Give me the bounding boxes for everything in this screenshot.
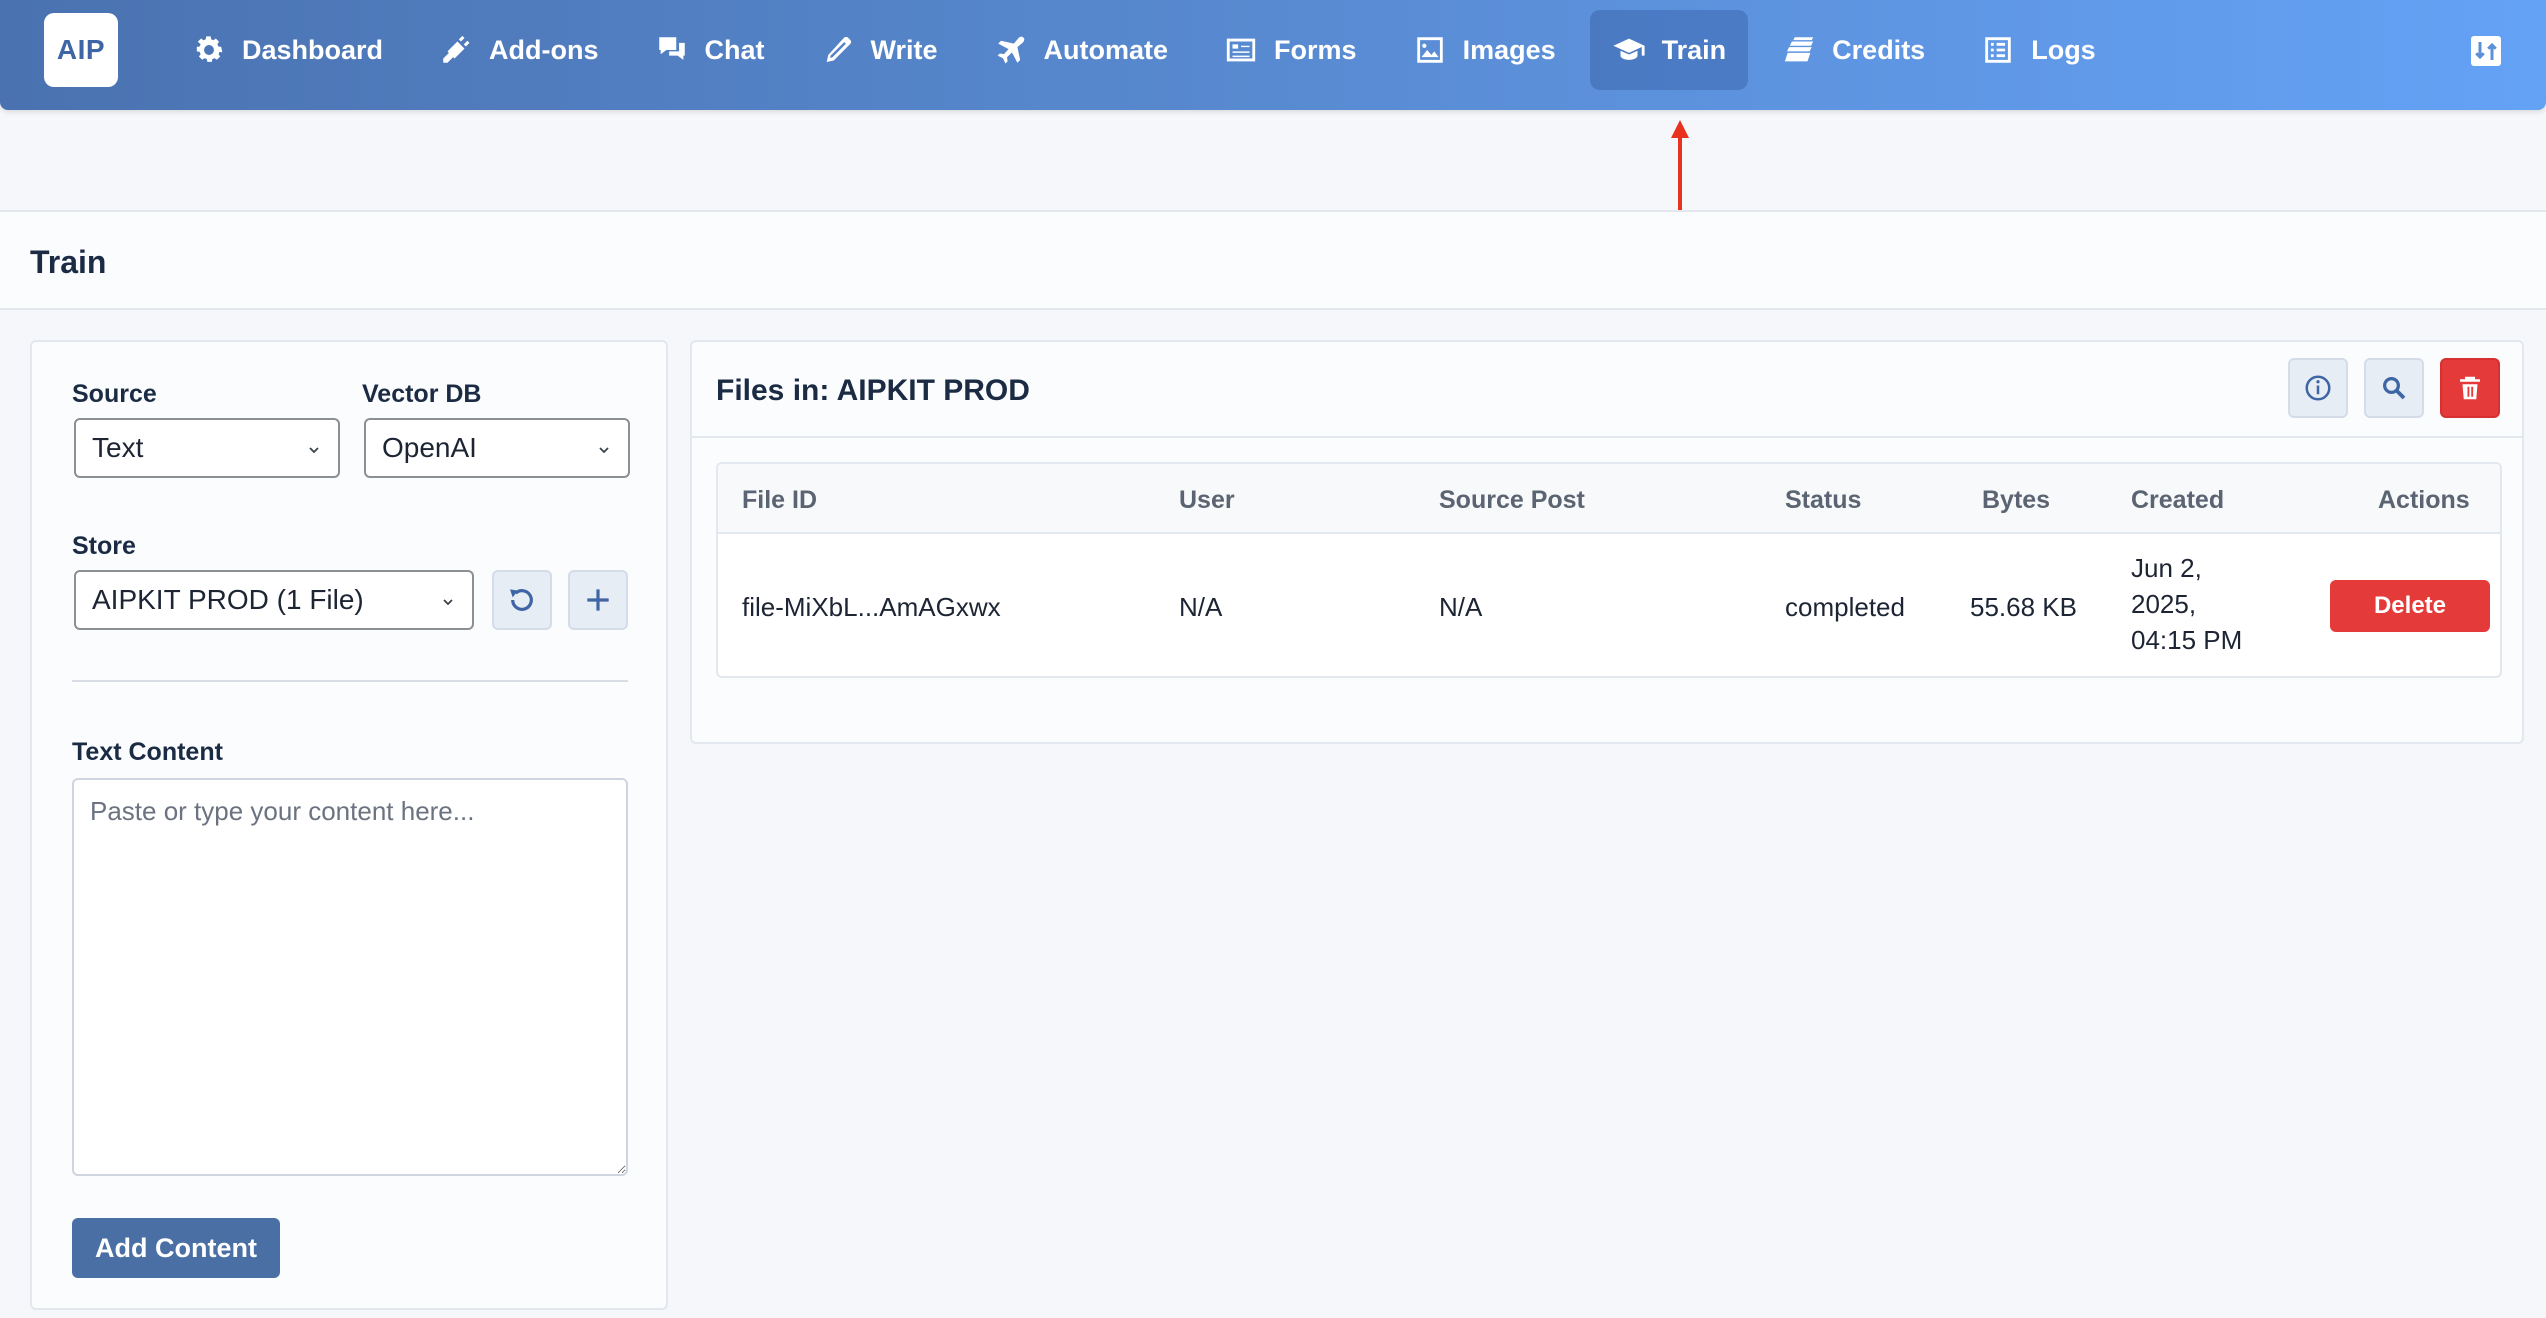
app-logo[interactable]: AIP bbox=[44, 13, 118, 87]
plane-icon bbox=[997, 36, 1024, 64]
search-icon bbox=[2383, 377, 2406, 400]
created-time-line: 04:15 PM bbox=[2131, 625, 2243, 655]
vector-db-select-value: OpenAI bbox=[382, 432, 477, 463]
store-select[interactable]: AIPKIT PROD (1 File) bbox=[74, 570, 474, 630]
refresh-icon bbox=[510, 589, 533, 611]
plug-icon bbox=[443, 35, 470, 63]
chevron-down-icon bbox=[443, 599, 453, 606]
nav-item-credits[interactable]: Credits bbox=[1760, 10, 1947, 90]
info-icon bbox=[2305, 375, 2331, 401]
sort-toggle-icon bbox=[2471, 36, 2501, 66]
chat-bubbles-icon bbox=[658, 37, 685, 60]
chevron-down-icon bbox=[309, 447, 319, 454]
text-content-label: Text Content bbox=[72, 738, 223, 766]
source-select-value: Text bbox=[92, 432, 144, 463]
column-header-actions: Actions bbox=[2378, 486, 2470, 514]
page-title: Train bbox=[30, 244, 107, 280]
plus-icon bbox=[587, 589, 609, 611]
nav-item-write[interactable]: Write bbox=[799, 10, 960, 90]
text-content-textarea[interactable] bbox=[72, 778, 628, 1176]
cell-file-id: file-MiXbL...AmAGxwx bbox=[742, 592, 1001, 622]
column-header-source-post: Source Post bbox=[1439, 486, 1585, 514]
nav-item-label: Forms bbox=[1274, 34, 1357, 65]
form-icon bbox=[1226, 38, 1256, 62]
store-info-button[interactable] bbox=[2288, 358, 2348, 418]
nav-item-label: Chat bbox=[704, 34, 765, 65]
top-navigation-bar: AIP Dashboard Add-ons Chat Write Automat… bbox=[0, 0, 2546, 110]
cell-user: N/A bbox=[1179, 592, 1223, 622]
column-header-status: Status bbox=[1785, 486, 1862, 514]
nav-item-label: Write bbox=[870, 34, 938, 65]
column-header-bytes: Bytes bbox=[1982, 486, 2051, 514]
nav-item-logs[interactable]: Logs bbox=[1959, 10, 2118, 90]
nav-item-add-ons[interactable]: Add-ons bbox=[417, 10, 620, 90]
files-panel: Files in: AIPKIT PROD File ID User Sourc… bbox=[690, 340, 2524, 744]
search-files-button[interactable] bbox=[2364, 358, 2424, 418]
graduation-cap-icon bbox=[1613, 38, 1645, 60]
trash-icon bbox=[2460, 376, 2480, 400]
files-panel-title: Files in: AIPKIT PROD bbox=[716, 374, 1030, 407]
nav-item-label: Automate bbox=[1043, 34, 1169, 65]
refresh-stores-button[interactable] bbox=[492, 570, 552, 630]
pencil-icon bbox=[826, 36, 851, 63]
created-year-line: 2025, bbox=[2131, 589, 2197, 619]
vector-db-label: Vector DB bbox=[362, 380, 482, 408]
section-divider bbox=[72, 680, 628, 682]
nav-item-chat[interactable]: Chat bbox=[633, 10, 787, 90]
column-header-created: Created bbox=[2131, 486, 2225, 514]
delete-store-button[interactable] bbox=[2440, 358, 2500, 418]
sort-toggle-button[interactable] bbox=[2468, 33, 2504, 69]
content-input-panel: Source Text Vector DB OpenAI Store AIPKI… bbox=[30, 340, 668, 1310]
image-icon bbox=[1416, 37, 1443, 63]
files-panel-header: Files in: AIPKIT PROD bbox=[692, 342, 2522, 438]
table-header: File ID User Source Post Status Bytes Cr… bbox=[718, 464, 2500, 534]
nav-item-label: Images bbox=[1462, 34, 1556, 65]
store-select-value: AIPKIT PROD (1 File) bbox=[92, 584, 364, 615]
nav-item-label: Credits bbox=[1832, 34, 1926, 65]
nav-items: Dashboard Add-ons Chat Write Automate Fo… bbox=[170, 10, 2130, 90]
nav-item-dashboard[interactable]: Dashboard bbox=[170, 10, 405, 90]
cell-status: completed bbox=[1785, 592, 1905, 622]
money-stack-icon bbox=[1785, 37, 1814, 62]
nav-item-automate[interactable]: Automate bbox=[972, 10, 1191, 90]
store-label: Store bbox=[72, 532, 136, 560]
nav-item-label: Logs bbox=[2031, 34, 2096, 65]
add-content-button[interactable]: Add Content bbox=[72, 1218, 280, 1278]
list-icon bbox=[1985, 37, 2011, 63]
created-date-line: Jun 2, bbox=[2131, 553, 2202, 583]
source-label: Source bbox=[72, 380, 157, 408]
source-select[interactable]: Text bbox=[74, 418, 340, 478]
logo-text: AIP bbox=[56, 34, 106, 65]
add-store-button[interactable] bbox=[568, 570, 628, 630]
column-header-user: User bbox=[1179, 486, 1235, 514]
nav-item-label: Dashboard bbox=[242, 34, 384, 65]
nav-item-label: Add-ons bbox=[489, 34, 599, 65]
files-table: File ID User Source Post Status Bytes Cr… bbox=[716, 462, 2502, 678]
cell-source-post: N/A bbox=[1439, 592, 1483, 622]
cell-bytes: 55.68 KB bbox=[1970, 592, 2077, 622]
vector-db-select[interactable]: OpenAI bbox=[364, 418, 630, 478]
delete-file-button[interactable]: Delete bbox=[2330, 580, 2490, 632]
table-row: file-MiXbL...AmAGxwx N/A N/A completed 5… bbox=[718, 536, 2500, 676]
cell-created: Jun 2, 2025, 04:15 PM bbox=[2131, 550, 2242, 658]
chevron-down-icon bbox=[599, 447, 609, 454]
page-header: Train bbox=[0, 210, 2546, 310]
nav-item-train[interactable]: Train bbox=[1589, 10, 1749, 90]
gear-icon bbox=[196, 36, 223, 62]
nav-item-label: Train bbox=[1661, 34, 1727, 65]
nav-item-forms[interactable]: Forms bbox=[1202, 10, 1379, 90]
nav-item-images[interactable]: Images bbox=[1391, 10, 1578, 90]
column-header-file-id: File ID bbox=[742, 486, 818, 514]
